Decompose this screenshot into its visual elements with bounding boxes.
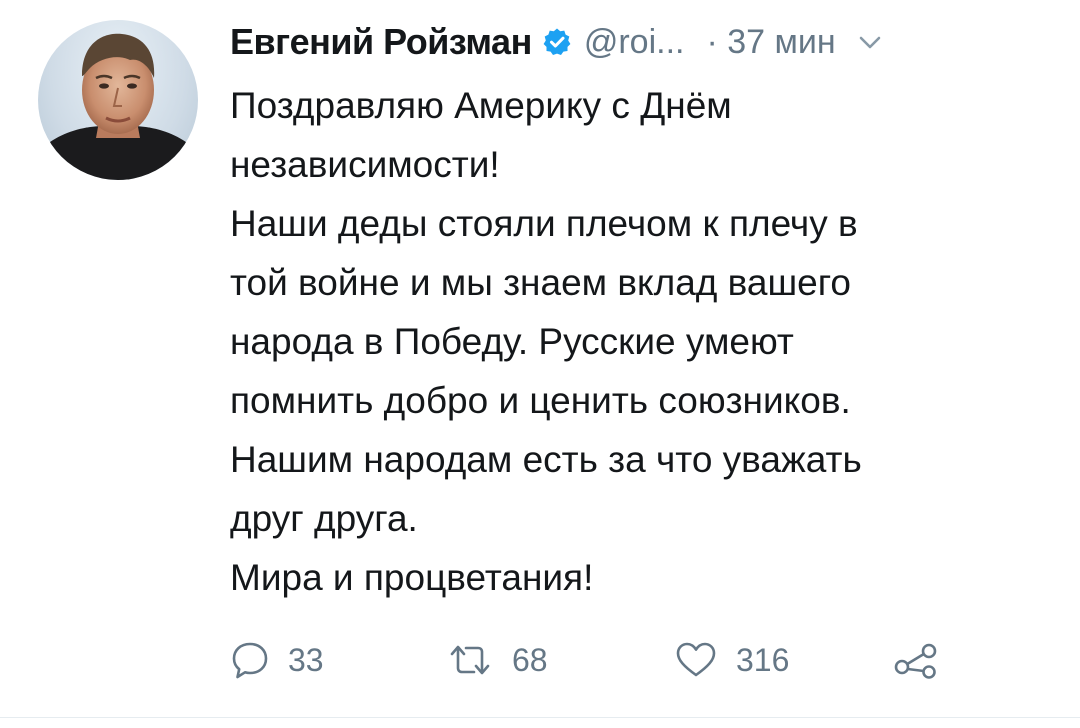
- tweet-text-line: Мира и процветания!: [230, 557, 594, 598]
- share-button[interactable]: [892, 632, 940, 688]
- retweet-button[interactable]: 68: [446, 632, 548, 688]
- tweet-text: Поздравляю Америку с Днём независимости!…: [230, 76, 1050, 607]
- tweet-text-line: Поздравляю Америку с Днём: [230, 85, 732, 126]
- tweet-text-line: помнить добро и ценить союзников.: [230, 380, 851, 421]
- tweet-text-line: той войне и мы знаем вклад вашего: [230, 262, 851, 303]
- verified-badge-icon: [542, 27, 572, 57]
- author-handle[interactable]: @roi...: [584, 23, 685, 62]
- share-icon: [894, 643, 937, 679]
- author-avatar[interactable]: [38, 20, 198, 180]
- tweet-card[interactable]: Евгений Ройзман @roi... · 37 мин Поздрав…: [0, 0, 1080, 728]
- author-display-name[interactable]: Евгений Ройзман: [230, 21, 532, 63]
- reply-count: 33: [288, 641, 324, 678]
- avatar-photo: [38, 33, 198, 180]
- tweet-text-line: независимости!: [230, 144, 500, 185]
- like-button[interactable]: 316: [674, 632, 789, 688]
- chevron-down-icon[interactable]: [856, 28, 884, 56]
- tweet-actions-bar: 33 68 316: [230, 632, 990, 688]
- tweet-timestamp[interactable]: · 37 мин: [706, 23, 835, 62]
- tweet-text-line: Наши деды стояли плечом к плечу в: [230, 203, 858, 244]
- tweet-divider: [0, 717, 1080, 718]
- tweet-text-line: народа в Победу. Русские умеют: [230, 321, 794, 362]
- tweet-text-line: Нашим народам есть за что уважать: [230, 439, 862, 480]
- reply-icon: [232, 642, 268, 679]
- heart-icon: [676, 642, 716, 677]
- like-count: 316: [736, 641, 790, 678]
- reply-button[interactable]: 33: [230, 632, 324, 688]
- retweet-icon: [450, 645, 490, 675]
- tweet-header: Евгений Ройзман @roi... · 37 мин: [230, 16, 1050, 68]
- tweet-text-line: друг друга.: [230, 498, 418, 539]
- retweet-count: 68: [512, 641, 548, 678]
